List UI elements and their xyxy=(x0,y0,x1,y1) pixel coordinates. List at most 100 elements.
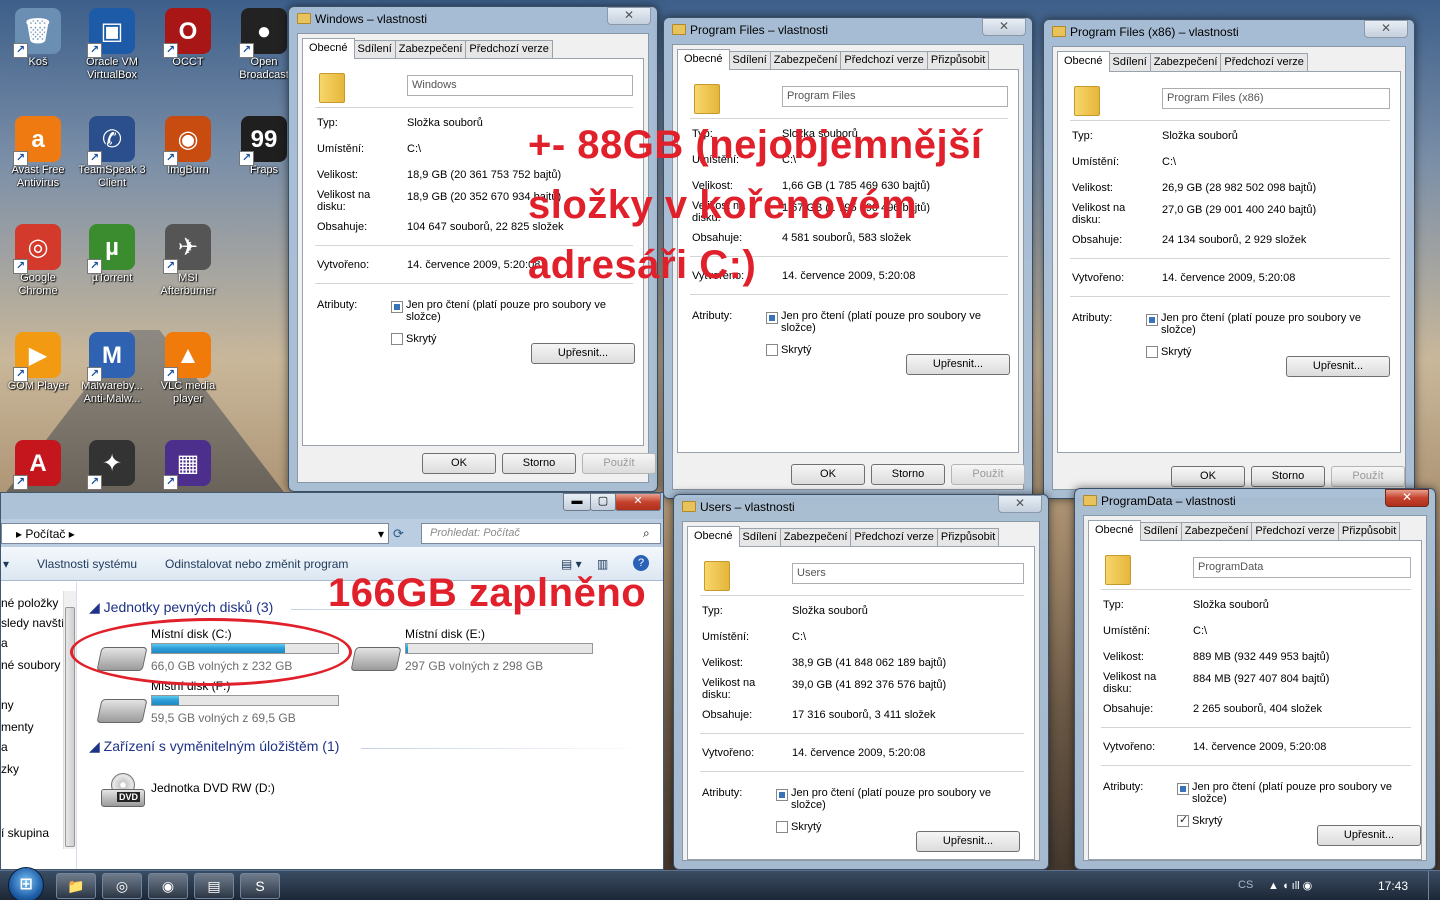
hidden-checkbox[interactable] xyxy=(1146,346,1158,358)
skype-taskbar-button[interactable]: S xyxy=(240,873,280,899)
explorer-window[interactable]: ▬ ▢ ✕ ▸ Počítač ▸ ▾ ⟳ Prohledat: Počítač… xyxy=(0,492,664,870)
cancel-button[interactable]: Storno xyxy=(1251,466,1325,487)
search-input[interactable]: Prohledat: Počítač xyxy=(421,523,661,544)
view-options-icon[interactable]: ▤ ▾ xyxy=(561,557,582,571)
tab[interactable]: Obecné xyxy=(1057,51,1110,72)
dvd-drive-icon[interactable]: DVD xyxy=(101,773,145,809)
ok-button[interactable]: OK xyxy=(791,464,865,485)
ok-button[interactable]: OK xyxy=(422,453,496,474)
desktop-icon[interactable]: ▲VLC media player xyxy=(150,332,226,406)
tab[interactable]: Sdílení xyxy=(738,528,781,546)
tab[interactable]: Obecné xyxy=(687,526,740,547)
desktop-icon[interactable]: ▶GOM Player xyxy=(0,332,76,393)
hidden-checkbox[interactable] xyxy=(776,821,788,833)
close-button[interactable]: ✕ xyxy=(607,7,651,25)
maximize-button[interactable]: ▢ xyxy=(590,493,616,511)
nav-item[interactable]: menty xyxy=(1,720,34,734)
hard-drive-icon[interactable] xyxy=(350,647,402,671)
language-indicator[interactable]: CS xyxy=(1238,879,1253,891)
steam-taskbar-button[interactable]: ◉ xyxy=(148,873,188,899)
desktop-icon[interactable]: ✆TeamSpeak 3 Client xyxy=(74,116,150,190)
collapse-icon[interactable]: ◢ xyxy=(89,738,104,754)
apply-button[interactable]: Použít xyxy=(582,453,656,474)
folder-name-field[interactable]: ProgramData xyxy=(1193,557,1411,578)
chevron-down-icon[interactable]: ▾ xyxy=(3,557,9,571)
readonly-checkbox[interactable] xyxy=(391,301,403,313)
system-properties-button[interactable]: Vlastnosti systému xyxy=(37,557,137,571)
ok-button[interactable]: OK xyxy=(1171,466,1245,487)
nav-item[interactable]: a xyxy=(1,636,8,650)
explorer-taskbar-button[interactable]: 📁 xyxy=(56,873,96,899)
collapse-icon[interactable]: ◢ xyxy=(89,599,104,615)
readonly-checkbox[interactable] xyxy=(766,312,778,324)
close-button[interactable]: ✕ xyxy=(615,493,661,511)
readonly-checkbox[interactable] xyxy=(1146,314,1158,326)
navigation-scrollbar[interactable] xyxy=(63,591,76,849)
drive-name[interactable]: Místní disk (E:) xyxy=(405,627,485,641)
tab[interactable]: Předchozí verze xyxy=(840,51,928,69)
tab[interactable]: Sdílení xyxy=(1108,53,1151,71)
tab[interactable]: Zabezpečení xyxy=(394,40,467,58)
nav-item[interactable]: né soubory xyxy=(1,658,60,672)
desktop-icon[interactable]: OOCCT xyxy=(150,8,226,69)
uninstall-program-button[interactable]: Odinstalovat nebo změnit program xyxy=(165,557,348,571)
help-icon[interactable]: ? xyxy=(633,555,649,571)
breadcrumb[interactable]: Počítač xyxy=(25,527,65,541)
readonly-checkbox[interactable] xyxy=(776,789,788,801)
dvd-drive-name[interactable]: Jednotka DVD RW (D:) xyxy=(151,781,275,795)
apply-button[interactable]: Použít xyxy=(951,464,1025,485)
desktop-icon[interactable]: ◎Google Chrome xyxy=(0,224,76,298)
desktop-icon[interactable]: aAvast Free Antivirus xyxy=(0,116,76,190)
desktop-icon[interactable]: MMalwareby... Anti-Malw... xyxy=(74,332,150,406)
start-button[interactable]: ⊞ xyxy=(8,867,44,900)
tab[interactable]: Přizpůsobit xyxy=(1337,522,1401,540)
address-bar[interactable]: ▸ Počítač ▸ ▾ xyxy=(1,523,389,544)
close-button[interactable]: ✕ xyxy=(1364,20,1408,38)
advanced-button[interactable]: Upřesnit... xyxy=(531,343,635,364)
tab[interactable]: Předchozí verze xyxy=(850,528,938,546)
search-icon[interactable]: ⌕ xyxy=(643,526,650,541)
tab[interactable]: Zabezpečení xyxy=(1180,522,1253,540)
folder-name-field[interactable]: Program Files (x86) xyxy=(1162,88,1390,109)
desktop-icon[interactable]: µµTorrent xyxy=(74,224,150,285)
desktop-icon[interactable]: ▣Oracle VM VirtualBox xyxy=(74,8,150,82)
chevron-down-icon[interactable]: ▾ xyxy=(378,527,384,541)
desktop-icon[interactable]: ◉ImgBurn xyxy=(150,116,226,177)
tab[interactable]: Sdílení xyxy=(1139,522,1182,540)
tab[interactable]: Předchozí verze xyxy=(1251,522,1339,540)
users-properties-dialog[interactable]: Users – vlastnosti ✕ Obecné Sdílení Zabezp… xyxy=(673,494,1049,870)
tab[interactable]: Obecné xyxy=(302,38,355,59)
explorer-titlebar[interactable]: ▬ ▢ ✕ xyxy=(1,493,663,519)
hidden-checkbox[interactable] xyxy=(766,344,778,356)
advanced-button[interactable]: Upřesnit... xyxy=(1317,825,1421,846)
advanced-button[interactable]: Upřesnit... xyxy=(916,831,1020,852)
programdata-properties-dialog[interactable]: ProgramData – vlastnosti ✕ Obecné Sdílení… xyxy=(1074,488,1436,870)
group-header-hard-drives[interactable]: ◢ Jednotky pevných disků (3) xyxy=(89,599,273,616)
refresh-icon[interactable]: ⟳ xyxy=(393,526,404,542)
folder-name-field[interactable]: Windows xyxy=(407,75,633,96)
preview-pane-icon[interactable]: ▥ xyxy=(597,557,608,571)
desktop-icon[interactable]: ✈MSI Afterburner xyxy=(150,224,226,298)
tab[interactable]: Přizpůsobit xyxy=(926,51,990,69)
tray-icons[interactable]: ▲ ◖ ıll ◉ xyxy=(1268,879,1312,892)
show-desktop-button[interactable] xyxy=(1428,871,1440,900)
tab[interactable]: Obecné xyxy=(1088,520,1141,541)
close-button[interactable]: ✕ xyxy=(998,495,1042,513)
chrome-taskbar-button[interactable]: ◎ xyxy=(102,873,142,899)
clock[interactable]: 17:43 xyxy=(1378,879,1408,893)
tab[interactable]: Zabezpečení xyxy=(769,51,842,69)
folder-name-field[interactable]: Users xyxy=(792,563,1024,584)
tab[interactable]: Předchozí verze xyxy=(1220,53,1308,71)
tab[interactable]: Přizpůsobit xyxy=(936,528,1000,546)
tab[interactable]: Předchozí verze xyxy=(465,40,553,58)
hard-drive-icon[interactable] xyxy=(96,699,148,723)
notepad-taskbar-button[interactable]: ▤ xyxy=(194,873,234,899)
tab[interactable]: Zabezpečení xyxy=(779,528,852,546)
apply-button[interactable]: Použít xyxy=(1331,466,1405,487)
nav-item[interactable]: í skupina xyxy=(1,826,49,840)
readonly-checkbox[interactable] xyxy=(1177,783,1189,795)
advanced-button[interactable]: Upřesnit... xyxy=(1286,356,1390,377)
nav-item[interactable]: zky xyxy=(1,762,19,776)
tab[interactable]: Sdílení xyxy=(353,40,396,58)
close-button[interactable]: ✕ xyxy=(1385,489,1429,507)
